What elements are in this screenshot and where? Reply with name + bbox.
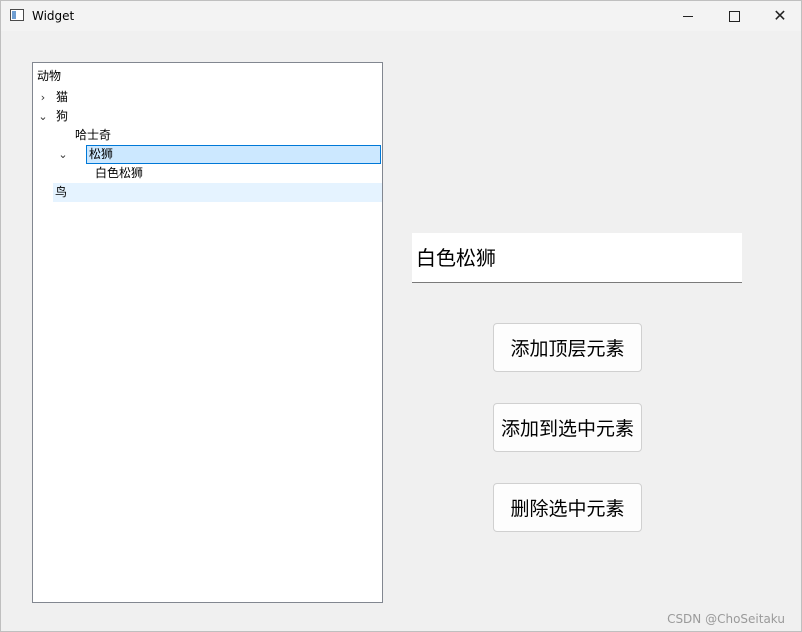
chevron-right-icon[interactable]: › <box>37 88 49 107</box>
tree-item-label: 白色松狮 <box>95 166 144 180</box>
tree-item-bird[interactable]: 鸟 <box>53 183 382 202</box>
tree-item-label: 鸟 <box>55 185 68 199</box>
tree-header: 动物 <box>37 69 62 83</box>
chevron-down-icon[interactable]: ⌄ <box>57 145 69 164</box>
tree-item-label: 哈士奇 <box>75 128 112 142</box>
app-window: Widget ✕ 动物 › 猫 ⌄ 狗 哈士奇 ⌄ 松狮 白色松狮 鸟 白色松狮… <box>0 0 802 632</box>
tree-item-label: 狗 <box>56 109 69 123</box>
tree-item-chow-chow-row[interactable]: ⌄ 松狮 <box>55 145 382 164</box>
animal-tree-view[interactable]: 动物 › 猫 ⌄ 狗 哈士奇 ⌄ 松狮 白色松狮 鸟 <box>32 62 383 603</box>
tree-item-cat[interactable]: › 猫 <box>35 88 382 107</box>
close-button[interactable]: ✕ <box>757 1 802 31</box>
close-icon: ✕ <box>773 6 787 25</box>
tree-item-dog[interactable]: ⌄ 狗 <box>35 107 382 126</box>
maximize-button[interactable] <box>711 1 757 31</box>
delete-selected-button[interactable]: 删除选中元素 <box>493 483 642 532</box>
title-bar[interactable]: Widget ✕ <box>1 1 801 31</box>
minimize-button[interactable] <box>665 1 711 31</box>
app-window-icon <box>10 9 24 21</box>
chevron-down-icon[interactable]: ⌄ <box>37 107 49 126</box>
tree-item-white-chow-chow[interactable]: 白色松狮 <box>93 164 382 183</box>
tree-item-chow-chow[interactable]: 松狮 <box>86 145 381 164</box>
tree-item-husky[interactable]: 哈士奇 <box>73 126 382 145</box>
maximize-icon <box>728 10 740 22</box>
tree-item-label: 松狮 <box>89 147 114 161</box>
add-top-level-button[interactable]: 添加顶层元素 <box>493 323 642 372</box>
add-to-selected-button[interactable]: 添加到选中元素 <box>493 403 642 452</box>
minimize-icon <box>683 15 693 17</box>
watermark: CSDN @ChoSeitaku <box>667 612 785 626</box>
tree-item-label: 猫 <box>56 90 69 104</box>
selected-item-text-field[interactable]: 白色松狮 <box>412 233 742 283</box>
window-title: Widget <box>32 9 75 23</box>
